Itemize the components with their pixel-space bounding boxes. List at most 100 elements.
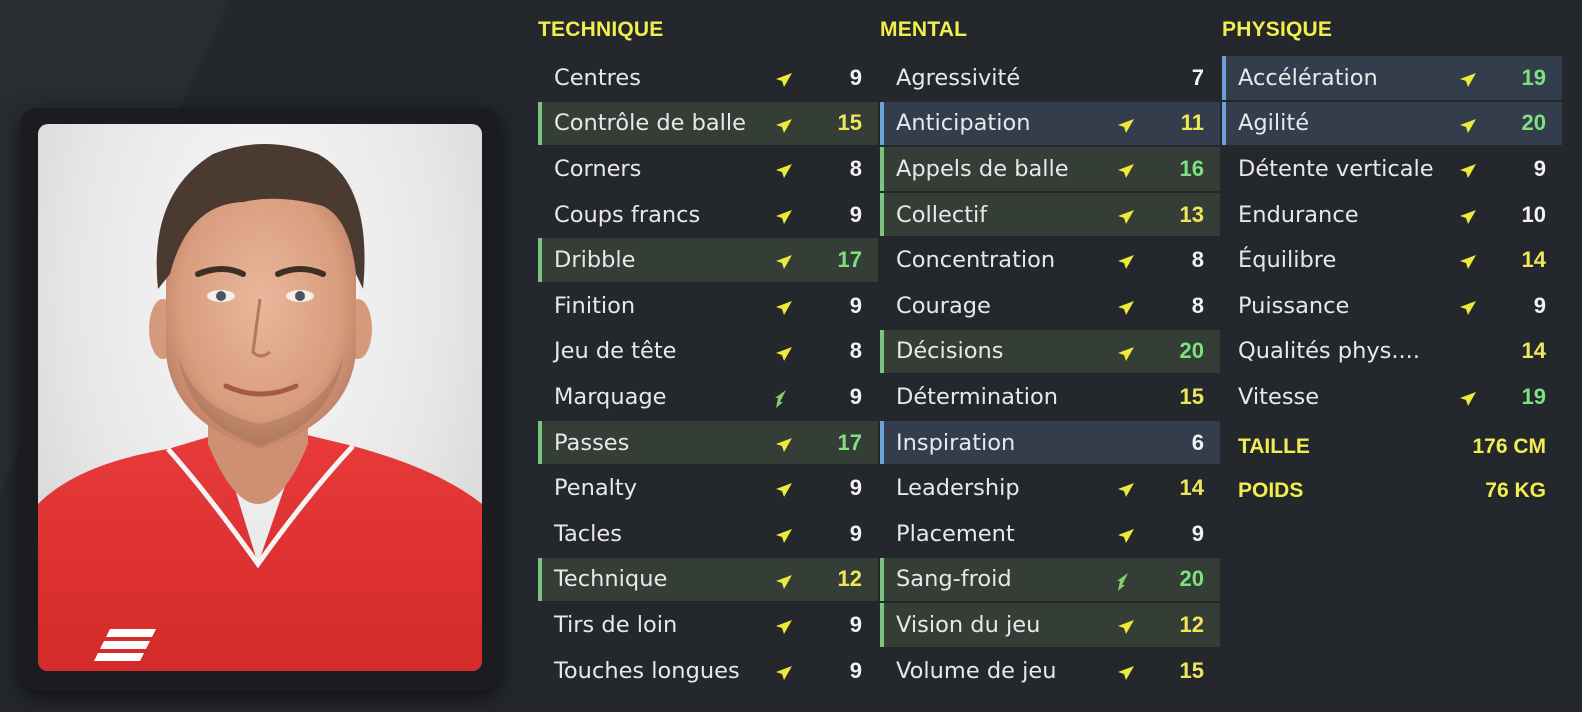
- trend-arrow-icon: [1456, 69, 1478, 91]
- trend-arrow-icon: [1114, 479, 1136, 501]
- attribute-row[interactable]: Marquage 9: [538, 375, 878, 419]
- attribute-value: 15: [1179, 383, 1204, 409]
- attribute-value: 14: [1521, 247, 1546, 273]
- attribute-row[interactable]: Dribble 17: [538, 238, 878, 282]
- attribute-row[interactable]: Centres 9: [538, 56, 878, 100]
- attribute-value: 14: [1521, 338, 1546, 364]
- attribute-row[interactable]: Tacles 9: [538, 512, 878, 556]
- trend-arrow-icon: [1114, 115, 1136, 137]
- attribute-value: 15: [1179, 657, 1204, 683]
- attribute-row[interactable]: Touches longues 9: [538, 649, 878, 693]
- trend-arrow-icon: [1114, 206, 1136, 228]
- trend-arrow-icon: [772, 206, 794, 228]
- trend-arrow-icon: [1114, 343, 1136, 365]
- attribute-name: Centres: [554, 64, 641, 91]
- attribute-value: 17: [837, 247, 862, 273]
- trend-arrow-icon: [772, 616, 794, 638]
- physique-title: PHYSIQUE: [1222, 18, 1333, 41]
- technique-column: TECHNIQUE Centres 9 Contrôle de balle 15 Cor…: [538, 18, 878, 694]
- trend-arrow-icon: [772, 297, 794, 319]
- attribute-name: Tacles: [554, 520, 622, 547]
- trend-arrow-icon: [772, 69, 794, 91]
- attribute-row[interactable]: Leadership 14: [880, 466, 1220, 510]
- player-photo[interactable]: [38, 124, 482, 671]
- trend-arrow-icon: [772, 160, 794, 182]
- attribute-value: 9: [849, 611, 862, 637]
- attribute-row[interactable]: Équilibre 14: [1222, 238, 1562, 282]
- weight-value: 76 KG: [1485, 478, 1546, 502]
- attribute-row[interactable]: Appels de balle 16: [880, 147, 1220, 191]
- attribute-value: 16: [1179, 155, 1204, 181]
- attribute-row[interactable]: Jeu de tête 8: [538, 330, 878, 374]
- attribute-value: 9: [849, 520, 862, 546]
- attribute-name: Équilibre: [1238, 247, 1337, 274]
- attribute-value: 9: [1533, 155, 1546, 181]
- attribute-row[interactable]: Coups francs 9: [538, 193, 878, 237]
- attribute-value: 9: [849, 64, 862, 90]
- player-portrait-image: [38, 144, 482, 671]
- attribute-row[interactable]: Agilité 20: [1222, 101, 1562, 146]
- attribute-row[interactable]: Inspiration 6: [880, 420, 1220, 465]
- attribute-row[interactable]: Volume de jeu 15: [880, 649, 1220, 693]
- attribute-row[interactable]: Accélération 19: [1222, 56, 1562, 100]
- attribute-name: Courage: [896, 292, 991, 319]
- attribute-value: 13: [1179, 201, 1204, 227]
- attribute-name: Sang-froid: [896, 566, 1012, 593]
- mental-column: MENTAL Agressivité 7 Anticipation 11 Appels …: [880, 18, 1220, 694]
- attribute-row[interactable]: Agressivité 7: [880, 56, 1220, 100]
- attribute-name: Décisions: [896, 338, 1004, 365]
- attribute-row[interactable]: Corners 8: [538, 147, 878, 191]
- attribute-row[interactable]: Qualités phys.... 14: [1222, 330, 1562, 374]
- attribute-name: Anticipation: [896, 110, 1031, 137]
- trend-arrow-icon: [1456, 115, 1478, 137]
- attribute-row[interactable]: Endurance 10: [1222, 193, 1562, 237]
- attribute-value: 12: [837, 566, 862, 592]
- trend-arrow-icon: [1456, 251, 1478, 273]
- attribute-row[interactable]: Finition 9: [538, 284, 878, 328]
- attribute-row[interactable]: Détente verticale 9: [1222, 147, 1562, 191]
- attribute-name: Coups francs: [554, 201, 701, 228]
- attribute-name: Puissance: [1238, 292, 1350, 319]
- attribute-value: 20: [1179, 338, 1204, 364]
- attribute-row[interactable]: Sang-froid 20: [880, 557, 1220, 602]
- attribute-name: Marquage: [554, 383, 667, 410]
- attribute-name: Collectif: [896, 201, 988, 228]
- attribute-row[interactable]: Penalty 9: [538, 466, 878, 510]
- attribute-name: Détermination: [896, 383, 1059, 410]
- mental-title: MENTAL: [880, 18, 968, 41]
- attribute-row[interactable]: Concentration 8: [880, 238, 1220, 282]
- attribute-row[interactable]: Technique 12: [538, 557, 878, 602]
- attribute-row[interactable]: Décisions 20: [880, 329, 1220, 374]
- trend-arrow-icon: [1456, 388, 1478, 410]
- attribute-name: Leadership: [896, 475, 1020, 502]
- attribute-value: 9: [849, 475, 862, 501]
- attribute-value: 6: [1191, 429, 1204, 455]
- attribute-row[interactable]: Passes 17: [538, 420, 878, 465]
- attribute-row[interactable]: Puissance 9: [1222, 284, 1562, 328]
- attribute-row[interactable]: Contrôle de balle 15: [538, 101, 878, 146]
- trend-arrow-icon: [772, 662, 794, 684]
- attribute-row[interactable]: Collectif 13: [880, 192, 1220, 237]
- attribute-row[interactable]: Courage 8: [880, 284, 1220, 328]
- attribute-row[interactable]: Anticipation 11: [880, 101, 1220, 146]
- height-value: 176 CM: [1472, 434, 1546, 458]
- attribute-row[interactable]: Détermination 15: [880, 375, 1220, 419]
- attribute-name: Accélération: [1238, 64, 1378, 91]
- trend-arrow-icon: [1114, 297, 1136, 319]
- trend-arrow-icon: [772, 525, 794, 547]
- attribute-name: Finition: [554, 292, 636, 319]
- attribute-name: Contrôle de balle: [554, 110, 747, 137]
- attribute-value: 20: [1521, 110, 1546, 136]
- attribute-value: 20: [1179, 566, 1204, 592]
- attribute-row[interactable]: Tirs de loin 9: [538, 603, 878, 647]
- trend-arrow-icon: [1456, 297, 1478, 319]
- attribute-name: Technique: [554, 566, 668, 593]
- attribute-value: 9: [1533, 292, 1546, 318]
- attribute-value: 19: [1521, 64, 1546, 90]
- attribute-row[interactable]: Vision du jeu 12: [880, 603, 1220, 647]
- attribute-name: Dribble: [554, 247, 636, 274]
- attribute-value: 7: [1191, 64, 1204, 90]
- attribute-row[interactable]: Vitesse 19: [1222, 375, 1562, 419]
- attribute-row[interactable]: Placement 9: [880, 512, 1220, 556]
- attribute-value: 9: [849, 201, 862, 227]
